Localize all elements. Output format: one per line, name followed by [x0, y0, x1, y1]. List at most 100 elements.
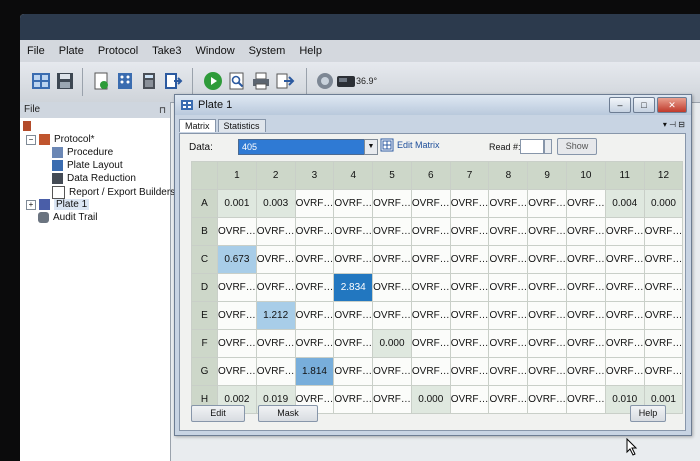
- well-cell[interactable]: OVRF…: [294, 189, 335, 218]
- close-button[interactable]: ✕: [657, 97, 687, 113]
- edit-button[interactable]: Edit: [191, 405, 245, 422]
- well-cell[interactable]: OVRF…: [527, 385, 568, 414]
- menu-plate[interactable]: Plate: [52, 45, 91, 57]
- well-cell[interactable]: OVRF…: [643, 273, 684, 302]
- help-button[interactable]: Help: [630, 405, 666, 422]
- column-header[interactable]: 8: [488, 161, 529, 190]
- edit-matrix-button[interactable]: Edit Matrix: [380, 138, 440, 152]
- column-header[interactable]: 12: [643, 161, 684, 190]
- column-header[interactable]: 10: [566, 161, 606, 190]
- well-cell[interactable]: OVRF…: [217, 273, 257, 302]
- well-cell[interactable]: OVRF…: [255, 329, 296, 358]
- column-header[interactable]: 4: [333, 161, 374, 190]
- chevron-down-icon[interactable]: ▼: [364, 139, 378, 155]
- well-cell[interactable]: OVRF…: [410, 245, 451, 274]
- well-cell[interactable]: OVRF…: [333, 245, 374, 274]
- read-number-spinner[interactable]: [544, 139, 552, 154]
- tree-item-plate-layout[interactable]: Plate Layout: [52, 160, 123, 171]
- well-cell[interactable]: OVRF…: [527, 273, 568, 302]
- well-cell[interactable]: OVRF…: [527, 217, 568, 246]
- tree-item-report-export[interactable]: Report / Export Builders: [52, 186, 175, 199]
- row-header[interactable]: G: [191, 357, 218, 386]
- well-cell[interactable]: OVRF…: [410, 329, 451, 358]
- well-cell[interactable]: OVRF…: [643, 301, 684, 330]
- well-cell[interactable]: OVRF…: [527, 189, 568, 218]
- well-cell[interactable]: OVRF…: [333, 329, 374, 358]
- well-cell[interactable]: OVRF…: [217, 217, 257, 246]
- well-cell[interactable]: OVRF…: [294, 329, 335, 358]
- well-cell[interactable]: OVRF…: [333, 301, 374, 330]
- well-cell[interactable]: OVRF…: [449, 385, 490, 414]
- collapse-icon[interactable]: −: [26, 134, 36, 145]
- well-cell[interactable]: OVRF…: [255, 273, 296, 302]
- well-cell[interactable]: OVRF…: [372, 357, 412, 386]
- row-header[interactable]: C: [191, 245, 218, 274]
- well-cell[interactable]: OVRF…: [643, 217, 684, 246]
- pin-icon[interactable]: ⊓: [159, 102, 166, 118]
- plate-window-titlebar[interactable]: Plate 1 – □ ✕: [175, 95, 691, 115]
- instrument-icon[interactable]: [314, 70, 336, 92]
- print-icon[interactable]: [250, 70, 272, 92]
- well-cell[interactable]: OVRF…: [643, 329, 684, 358]
- well-cell[interactable]: OVRF…: [488, 245, 529, 274]
- well-cell[interactable]: OVRF…: [566, 301, 606, 330]
- well-cell[interactable]: 0.000: [410, 385, 451, 414]
- well-cell[interactable]: OVRF…: [449, 301, 490, 330]
- well-cell[interactable]: OVRF…: [488, 217, 529, 246]
- well-cell[interactable]: OVRF…: [217, 357, 257, 386]
- well-cell[interactable]: OVRF…: [643, 357, 684, 386]
- tab-matrix[interactable]: Matrix: [179, 119, 216, 132]
- well-cell[interactable]: 0.003: [255, 189, 296, 218]
- well-cell[interactable]: OVRF…: [566, 329, 606, 358]
- well-cell[interactable]: OVRF…: [566, 189, 606, 218]
- well-cell[interactable]: OVRF…: [488, 273, 529, 302]
- well-cell[interactable]: OVRF…: [488, 189, 529, 218]
- well-cell[interactable]: OVRF…: [604, 217, 645, 246]
- column-header[interactable]: 2: [255, 161, 296, 190]
- plate-map-icon[interactable]: [114, 70, 136, 92]
- well-cell[interactable]: OVRF…: [566, 245, 606, 274]
- reader-icon[interactable]: [336, 70, 356, 92]
- well-cell[interactable]: OVRF…: [488, 385, 529, 414]
- well-cell[interactable]: 1.814: [294, 357, 335, 386]
- well-cell[interactable]: 0.673: [217, 245, 257, 274]
- menu-protocol[interactable]: Protocol: [91, 45, 145, 57]
- well-cell[interactable]: 0.000: [372, 329, 412, 358]
- well-cell[interactable]: OVRF…: [410, 357, 451, 386]
- well-cell[interactable]: OVRF…: [449, 245, 490, 274]
- well-cell[interactable]: OVRF…: [410, 217, 451, 246]
- well-cell[interactable]: OVRF…: [294, 217, 335, 246]
- row-header[interactable]: B: [191, 217, 218, 246]
- search-icon[interactable]: [226, 70, 248, 92]
- maximize-button[interactable]: □: [633, 97, 655, 113]
- well-cell[interactable]: OVRF…: [410, 301, 451, 330]
- save-icon[interactable]: [54, 70, 76, 92]
- well-cell[interactable]: OVRF…: [255, 357, 296, 386]
- well-cell[interactable]: OVRF…: [410, 189, 451, 218]
- column-header[interactable]: 9: [527, 161, 568, 190]
- well-cell[interactable]: OVRF…: [449, 273, 490, 302]
- well-cell[interactable]: OVRF…: [372, 273, 412, 302]
- minimize-button[interactable]: –: [609, 97, 631, 113]
- well-cell[interactable]: OVRF…: [333, 357, 374, 386]
- well-cell[interactable]: OVRF…: [449, 329, 490, 358]
- well-cell[interactable]: OVRF…: [410, 273, 451, 302]
- tree-item-data-reduction[interactable]: Data Reduction: [52, 173, 136, 184]
- new-doc-icon[interactable]: [90, 70, 112, 92]
- well-cell[interactable]: 0.001: [217, 189, 257, 218]
- row-header[interactable]: A: [191, 189, 218, 218]
- column-header[interactable]: 5: [372, 161, 412, 190]
- tab-pin-icon[interactable]: ▾ ⊣ ⊟: [663, 120, 685, 129]
- well-cell[interactable]: OVRF…: [372, 217, 412, 246]
- well-cell[interactable]: OVRF…: [255, 245, 296, 274]
- well-cell[interactable]: OVRF…: [566, 217, 606, 246]
- well-cell[interactable]: OVRF…: [527, 245, 568, 274]
- read-number-input[interactable]: [520, 139, 544, 154]
- tree-item-procedure[interactable]: Procedure: [52, 147, 113, 158]
- well-cell[interactable]: OVRF…: [488, 301, 529, 330]
- row-header[interactable]: F: [191, 329, 218, 358]
- well-cell[interactable]: OVRF…: [527, 301, 568, 330]
- well-cell[interactable]: OVRF…: [566, 357, 606, 386]
- well-cell[interactable]: OVRF…: [372, 301, 412, 330]
- column-header[interactable]: 6: [410, 161, 451, 190]
